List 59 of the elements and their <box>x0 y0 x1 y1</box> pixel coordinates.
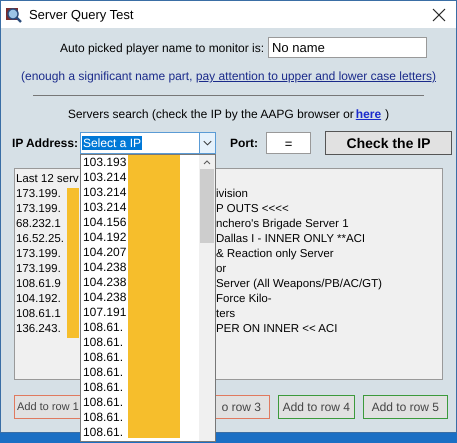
ip-option[interactable]: 104.238 <box>81 290 199 305</box>
close-icon[interactable] <box>432 8 446 22</box>
here-link[interactable]: here <box>356 105 382 123</box>
ip-option[interactable]: 108.61. <box>81 365 199 380</box>
add-to-row-button[interactable]: Add to row 4 <box>278 395 355 419</box>
ip-option[interactable]: 108.61. <box>81 425 199 440</box>
server-ip-text: 136.243. <box>16 323 61 335</box>
server-ip-text: 104.192. <box>16 293 61 305</box>
server-ip-text: 108.61.9 <box>16 278 61 290</box>
server-ip-text: 173.199. <box>16 188 61 200</box>
server-name-text: Force Kilo- <box>216 292 272 307</box>
server-name-text: Dallas I - INNER ONLY **ACI <box>216 232 366 247</box>
ip-option[interactable]: 108.61. <box>81 350 199 365</box>
server-name-text: ivision <box>216 187 248 202</box>
ip-option[interactable]: 103.214 <box>81 170 199 185</box>
window-title: Server Query Test <box>29 6 134 24</box>
server-ip-text: Last 12 serv <box>16 173 79 185</box>
case-hint-link[interactable]: pay attention to upper and lower case letters) <box>196 67 436 85</box>
ip-option[interactable]: 104.156 <box>81 215 199 230</box>
port-field[interactable]: = <box>266 132 311 154</box>
server-ip-text: 173.199. <box>16 203 61 215</box>
ip-option[interactable]: 108.61. <box>81 380 199 395</box>
ip-option[interactable]: 104.207 <box>81 245 199 260</box>
servers-search-text: Servers search (check the IP by the AAPG browser or <box>68 106 354 123</box>
server-ip-text: 108.61.1 <box>16 308 61 320</box>
scrollbar[interactable] <box>199 155 215 441</box>
magnifier-icon <box>5 6 23 24</box>
ip-option[interactable]: 103.214 <box>81 185 199 200</box>
server-ip-text: 68.232.1 <box>16 218 61 230</box>
check-ip-button[interactable]: Check the IP <box>325 131 452 155</box>
ip-option[interactable]: 104.192 <box>81 230 199 245</box>
ip-address-label: IP Address: <box>12 135 76 152</box>
server-name-text: ters <box>216 307 236 322</box>
chevron-down-icon <box>199 133 215 153</box>
server-ip-text: 173.199. <box>16 248 61 260</box>
hint-text: (enough a significant name part, <box>21 68 194 85</box>
server-name-text: or <box>216 262 226 277</box>
add-to-row-button[interactable]: Add to row 5 <box>362 395 448 419</box>
server-name-text: PER ON INNER << ACI <box>216 322 338 337</box>
ip-option[interactable]: 103.214 <box>81 200 199 215</box>
port-label: Port: <box>230 135 258 152</box>
ip-option[interactable]: 104.238 <box>81 275 199 290</box>
selected-ip-text: Select a IP <box>82 136 142 150</box>
server-name-text: Server (All Weapons/PB/AC/GT) <box>216 277 382 292</box>
ip-option[interactable]: 103.193 <box>81 155 199 170</box>
server-name-text: nchero's Brigade Server 1 <box>216 217 349 232</box>
ip-option[interactable]: 107.191 <box>81 305 199 320</box>
server-name-text: & Reaction only Server <box>216 247 334 262</box>
ip-option[interactable]: 108.61. <box>81 335 199 350</box>
player-name-label: Auto picked player name to monitor is: <box>60 40 264 56</box>
ip-combobox[interactable]: Select a IP <box>80 132 216 154</box>
ip-option[interactable]: 108.61. <box>81 320 199 335</box>
server-name-text: P OUTS <<<< <box>216 202 289 217</box>
server-ip-text: 16.52.25. <box>16 233 64 245</box>
closing-parenthesis: ) <box>385 106 390 123</box>
ip-option[interactable]: 104.238 <box>81 260 199 275</box>
server-ip-text: 173.199. <box>16 263 61 275</box>
scrollbar-thumb[interactable] <box>200 169 214 243</box>
player-name-field[interactable]: No name <box>268 37 428 58</box>
